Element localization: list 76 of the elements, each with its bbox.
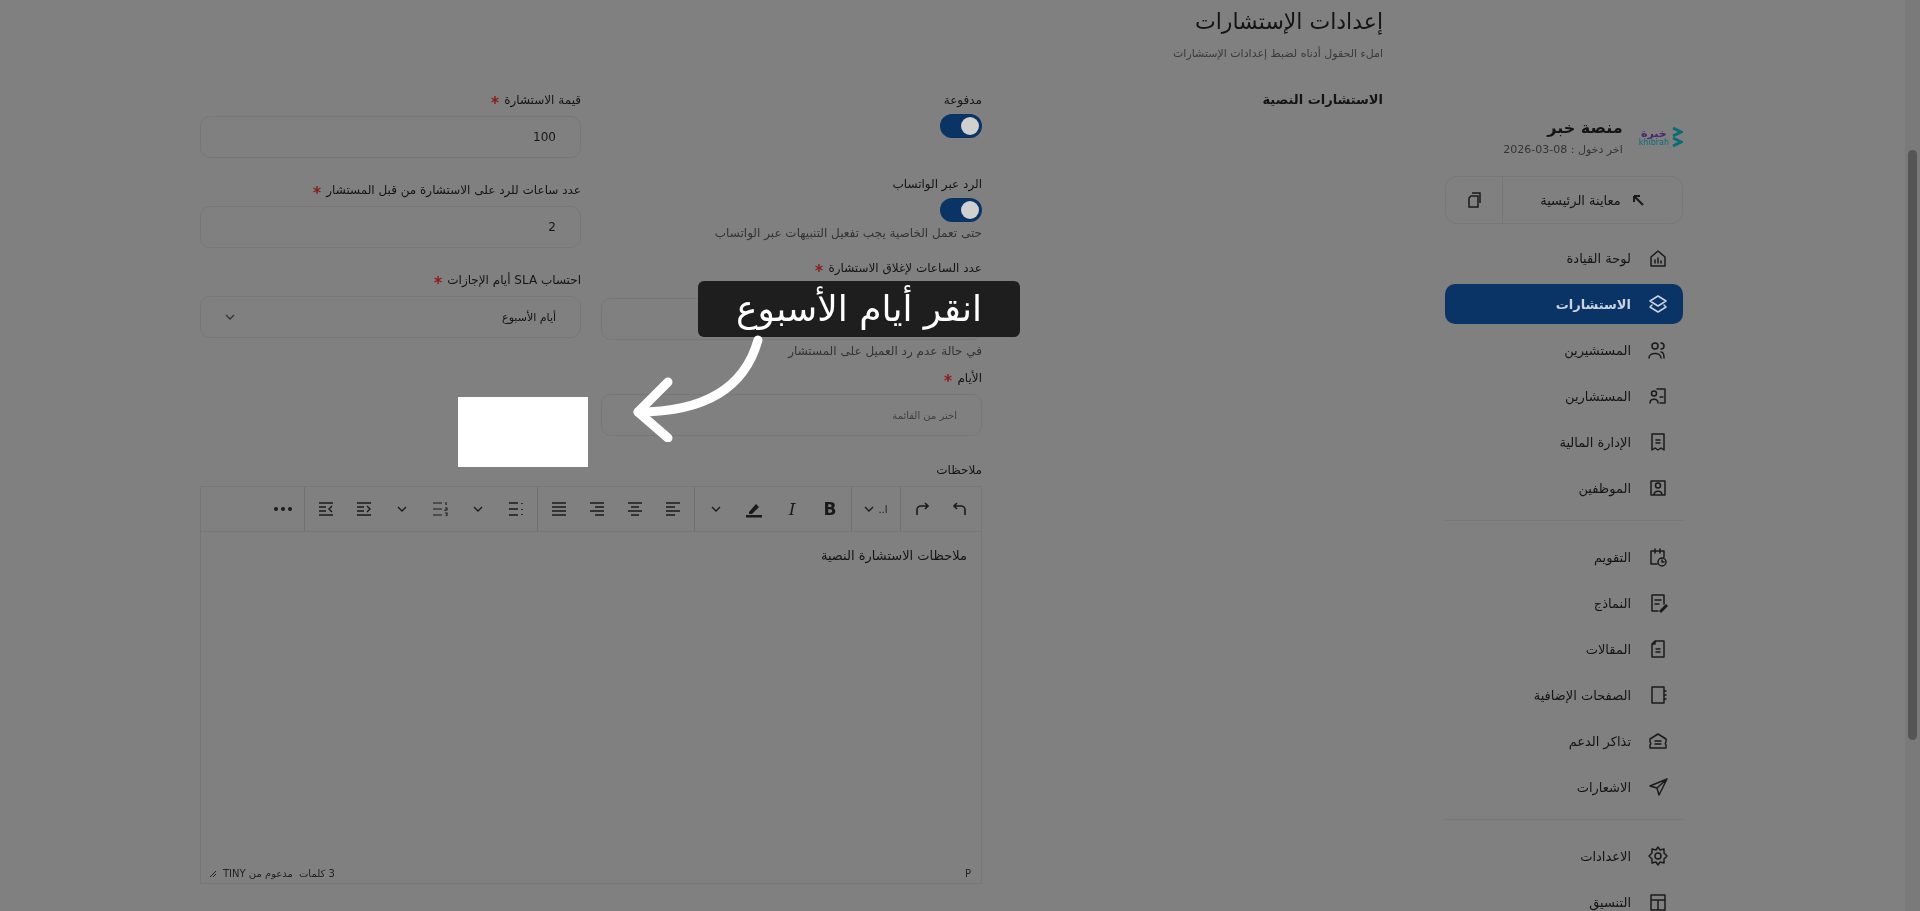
toggle-switch[interactable] bbox=[940, 198, 982, 222]
input-field[interactable]: 2 bbox=[200, 206, 581, 248]
redo-icon bbox=[913, 500, 931, 518]
input-field[interactable]: 100 bbox=[200, 116, 581, 158]
block-format-dropdown[interactable]: ا.. bbox=[858, 492, 894, 526]
sidebar-item[interactable]: تذاكر الدعم bbox=[1445, 721, 1683, 761]
sidebar-item[interactable]: الاستشارات bbox=[1445, 284, 1683, 324]
page-title: إعدادات الإستشارات bbox=[1193, 8, 1383, 37]
paper-plane-icon bbox=[1647, 776, 1669, 798]
calendar-icon bbox=[1647, 546, 1669, 568]
sidebar-item[interactable]: الإدارة المالية bbox=[1445, 422, 1683, 462]
logo-icon bbox=[1671, 126, 1683, 148]
align-center-icon bbox=[627, 502, 643, 516]
field-label: الرد عبر الواتساب bbox=[892, 176, 982, 194]
copy-icon bbox=[1465, 191, 1483, 209]
logo-text: خبرة bbox=[1641, 127, 1667, 139]
sidebar-item[interactable]: التقويم bbox=[1445, 537, 1683, 577]
tour-tooltip: انقر أيام الأسبوع bbox=[698, 281, 1020, 337]
field-label: مدفوعة bbox=[943, 92, 982, 109]
arrow-up-left-icon bbox=[1630, 193, 1645, 207]
sidebar-item[interactable]: المقالات bbox=[1445, 629, 1683, 669]
sidebar-item[interactable]: المستشارين bbox=[1445, 376, 1683, 416]
chevron-down-icon bbox=[397, 506, 407, 512]
field-label: عدد ساعات للرد على الاستشارة من قبل المستشار bbox=[326, 182, 581, 200]
more-icon bbox=[274, 507, 292, 511]
scrollbar-thumb[interactable] bbox=[1908, 150, 1917, 740]
sidebar-item[interactable]: المستشيرين bbox=[1445, 330, 1683, 370]
page-subtitle: املء الحقول أدناه لضبط إعدادات الإستشارات bbox=[1172, 46, 1383, 62]
ticket-icon bbox=[1647, 730, 1669, 752]
field-hint: في حالة عدم رد العميل على المستشار bbox=[786, 343, 982, 359]
align-left-icon bbox=[665, 502, 681, 516]
bullet-list-icon bbox=[508, 502, 524, 516]
sidebar-item[interactable]: الموظفين bbox=[1445, 468, 1683, 508]
chevron-down-icon bbox=[711, 506, 721, 512]
chevron-down-icon bbox=[225, 314, 235, 320]
layout-icon bbox=[1647, 891, 1669, 911]
justify-icon bbox=[551, 502, 567, 516]
sidebar-item[interactable]: الاشعارات bbox=[1445, 767, 1683, 807]
italic-button[interactable]: I bbox=[777, 492, 807, 526]
undo-icon bbox=[951, 500, 969, 518]
sidebar-item[interactable]: التنسيق bbox=[1445, 882, 1683, 911]
layers-icon bbox=[1647, 293, 1669, 315]
logo-subtext: khibrah bbox=[1638, 138, 1669, 147]
powered-by-text: مدعوم من TINY bbox=[223, 867, 293, 879]
editor-text: ملاحظات الاستشارة النصية bbox=[820, 548, 967, 563]
field-label: قيمة الاستشارة bbox=[504, 92, 581, 110]
sidebar-item[interactable]: الاعدادات bbox=[1445, 836, 1683, 876]
field-label: احتساب SLA أيام الإجازات bbox=[447, 271, 581, 289]
toggle-switch[interactable] bbox=[940, 114, 982, 138]
select-field[interactable]: اختر من القائمة bbox=[601, 394, 982, 436]
align-right-icon bbox=[589, 502, 605, 516]
sidebar-item[interactable]: الصفحات الإضافية bbox=[1445, 675, 1683, 715]
outdent-icon bbox=[318, 502, 334, 516]
indent-icon bbox=[356, 502, 372, 516]
bold-button[interactable]: B bbox=[815, 492, 845, 526]
field-hint: حتى تعمل الخاصية يجب تفعيل التنبيهات عبر الواتساب bbox=[713, 225, 982, 241]
preview-home-button[interactable]: معاينة الرئيسية bbox=[1502, 177, 1682, 223]
chevron-down-icon bbox=[864, 506, 875, 512]
numbered-list-icon bbox=[432, 502, 448, 516]
field-label: عدد الساعات لإغلاق الاستشارة bbox=[828, 260, 982, 277]
sidebar-item[interactable]: النماذج bbox=[1445, 583, 1683, 623]
editor-content[interactable]: ملاحظات الاستشارة النصية bbox=[201, 532, 981, 863]
field-label: الأيام bbox=[957, 369, 982, 387]
gear-icon bbox=[1647, 845, 1669, 867]
element-path: P bbox=[964, 867, 971, 879]
home-chart-icon bbox=[1647, 247, 1669, 269]
select-field[interactable]: أيام الأسبوع bbox=[200, 296, 581, 338]
sidebar-item[interactable]: لوحة القيادة bbox=[1445, 238, 1683, 278]
word-count: 3 كلمات bbox=[298, 867, 335, 879]
resize-handle-icon[interactable] bbox=[207, 868, 217, 878]
field-label: ملاحظات bbox=[936, 462, 982, 479]
last-login-text: اخر دخول : 08-03-2026 bbox=[1503, 143, 1623, 156]
section-title: الاستشارات النصية bbox=[1261, 91, 1383, 109]
organization-name: منصة خبر bbox=[1545, 118, 1623, 137]
user-card-icon bbox=[1647, 385, 1669, 407]
chevron-down-icon bbox=[473, 506, 483, 512]
